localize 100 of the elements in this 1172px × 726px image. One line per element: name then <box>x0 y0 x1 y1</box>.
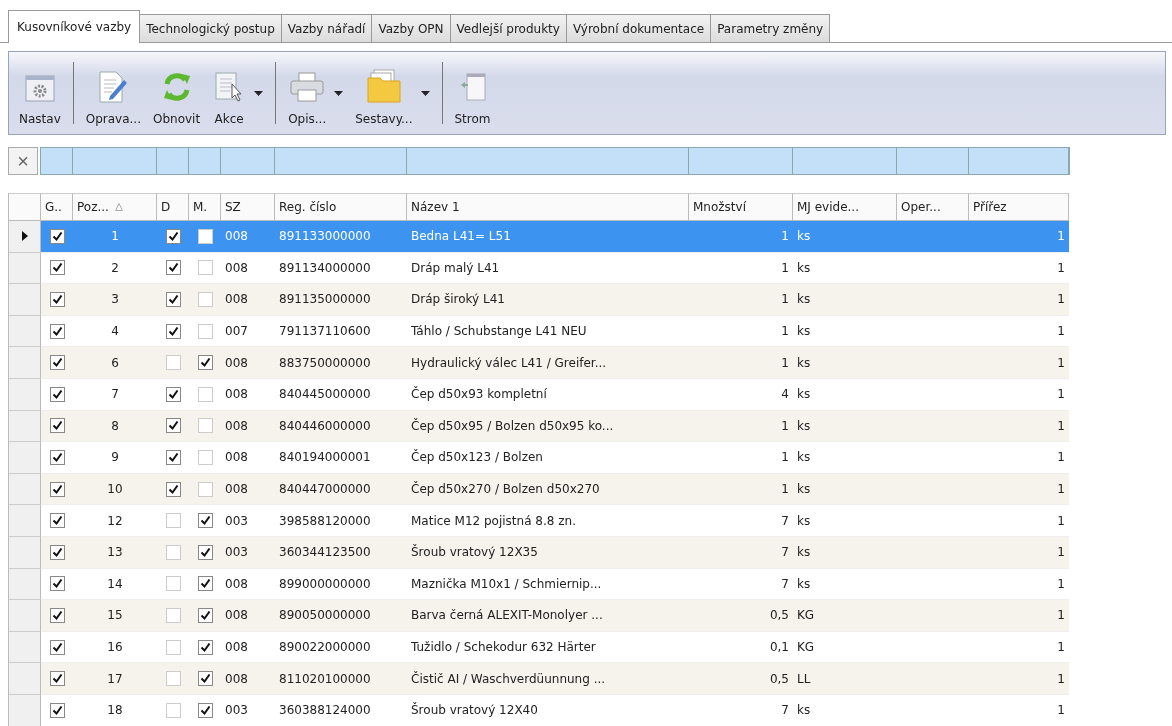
checkbox[interactable] <box>165 449 181 465</box>
toolbar-button[interactable]: Oprava... <box>79 52 147 134</box>
checkbox[interactable] <box>165 702 181 718</box>
checkbox[interactable] <box>49 418 65 434</box>
table-cell: 17 <box>73 663 157 695</box>
checkbox[interactable] <box>197 481 213 497</box>
table-cell: 003 <box>221 536 275 569</box>
checkbox[interactable] <box>165 481 181 497</box>
checkbox[interactable] <box>197 418 213 434</box>
table-cell: Matice M12 pojistná 8.8 zn. <box>407 505 689 537</box>
gear-window-icon <box>24 74 55 104</box>
table-cell: 1 <box>969 442 1069 474</box>
tab[interactable]: Kusovníkové vazby <box>8 10 141 43</box>
checkbox[interactable] <box>49 702 65 718</box>
toolbar-button[interactable]: Obnovit <box>147 52 207 134</box>
table-cell: Čistič AI / Waschverdüunnung ... <box>407 663 689 695</box>
column-header[interactable]: Reg. číslo <box>275 193 407 221</box>
checkbox[interactable] <box>197 607 213 623</box>
checkbox[interactable] <box>49 481 65 497</box>
checkbox[interactable] <box>197 702 213 718</box>
checkbox[interactable] <box>49 671 65 687</box>
tab[interactable]: Vazby nářadí <box>280 14 373 42</box>
checkbox[interactable] <box>197 576 213 592</box>
checkbox[interactable] <box>49 355 65 371</box>
clear-filter-button[interactable]: × <box>8 147 38 175</box>
table-cell: 1 <box>73 221 157 253</box>
toolbar-button[interactable]: Sestavy... <box>349 52 436 134</box>
checkbox[interactable] <box>165 260 181 276</box>
checkbox[interactable] <box>197 513 213 529</box>
checkbox[interactable] <box>49 607 65 623</box>
column-header[interactable]: Přířez <box>969 193 1069 221</box>
checkbox[interactable] <box>49 386 65 402</box>
column-header[interactable]: M. <box>189 193 221 221</box>
table-cell: ks <box>793 442 897 474</box>
tab[interactable]: Vedlejší produkty <box>449 14 567 42</box>
column-header[interactable]: Název 1 <box>407 193 689 221</box>
checkbox[interactable] <box>197 292 213 307</box>
checkbox[interactable] <box>49 323 65 339</box>
checkbox[interactable] <box>165 292 181 307</box>
checkbox[interactable] <box>197 639 213 655</box>
checkbox[interactable] <box>197 671 213 687</box>
checkbox[interactable] <box>49 260 65 276</box>
table-cell: 1 <box>969 284 1069 316</box>
checkbox[interactable] <box>165 607 181 623</box>
column-header[interactable]: Oper... <box>897 193 969 221</box>
column-header[interactable]: Poz... <box>73 193 157 221</box>
column-header[interactable]: Množství <box>689 193 793 221</box>
checkbox[interactable] <box>165 418 181 434</box>
table-cell: 1 <box>969 221 1069 253</box>
table-cell: 811020100000 <box>275 663 407 695</box>
table-cell: Hydraulický válec L41 / Greifer... <box>407 347 689 379</box>
table-cell: ks <box>793 694 897 726</box>
checkbox[interactable] <box>49 576 65 592</box>
checkbox[interactable] <box>165 323 181 339</box>
table-cell: ks <box>793 536 897 569</box>
checkbox[interactable] <box>165 386 181 402</box>
checkbox[interactable] <box>165 544 181 560</box>
tab[interactable]: Vazby OPN <box>371 14 451 42</box>
checkbox[interactable] <box>165 639 181 655</box>
column-header[interactable]: G.. <box>41 193 73 221</box>
table-cell: ks <box>793 221 897 253</box>
table-cell: 360388124000 <box>275 694 407 726</box>
tab[interactable]: Technologický postup <box>139 14 282 42</box>
toolbar-button[interactable]: Opis... <box>282 52 350 134</box>
checkbox[interactable] <box>197 228 213 244</box>
checkbox[interactable] <box>197 449 213 465</box>
table-cell: 008 <box>221 221 275 253</box>
checkbox[interactable] <box>49 513 65 529</box>
table-cell: 6 <box>73 347 157 379</box>
table-cell: 008 <box>221 410 275 443</box>
table-cell: Barva černá ALEXIT-Monolyer ... <box>407 600 689 632</box>
checkbox[interactable] <box>49 449 65 465</box>
column-header[interactable]: MJ evide... <box>793 193 897 221</box>
checkbox[interactable] <box>49 639 65 655</box>
checkbox[interactable] <box>49 228 65 244</box>
toolbar-button[interactable]: Akce <box>206 52 270 134</box>
tab[interactable]: Výrobní dokumentace <box>565 14 712 42</box>
table-cell: ks <box>793 473 897 506</box>
column-header[interactable]: SZ <box>221 193 275 221</box>
toolbar-button[interactable]: Nastav <box>13 52 67 134</box>
table-cell: 398588120000 <box>275 505 407 537</box>
checkbox[interactable] <box>165 355 181 371</box>
checkbox[interactable] <box>197 386 213 402</box>
checkbox[interactable] <box>197 260 213 276</box>
checkbox[interactable] <box>49 292 65 307</box>
checkbox[interactable] <box>197 544 213 560</box>
checkbox[interactable] <box>197 323 213 339</box>
toolbar-button[interactable]: Strom <box>448 52 497 134</box>
table-cell: 1 <box>969 378 1069 411</box>
tab[interactable]: Parametry změny <box>710 14 831 42</box>
table-cell: ks <box>793 347 897 379</box>
column-header[interactable]: D <box>157 193 189 221</box>
checkbox[interactable] <box>165 576 181 592</box>
checkbox[interactable] <box>165 671 181 687</box>
checkbox[interactable] <box>165 228 181 244</box>
row-indicator[interactable] <box>9 221 41 253</box>
table-cell: 1 <box>969 505 1069 537</box>
checkbox[interactable] <box>49 544 65 560</box>
checkbox[interactable] <box>165 513 181 529</box>
checkbox[interactable] <box>197 355 213 371</box>
